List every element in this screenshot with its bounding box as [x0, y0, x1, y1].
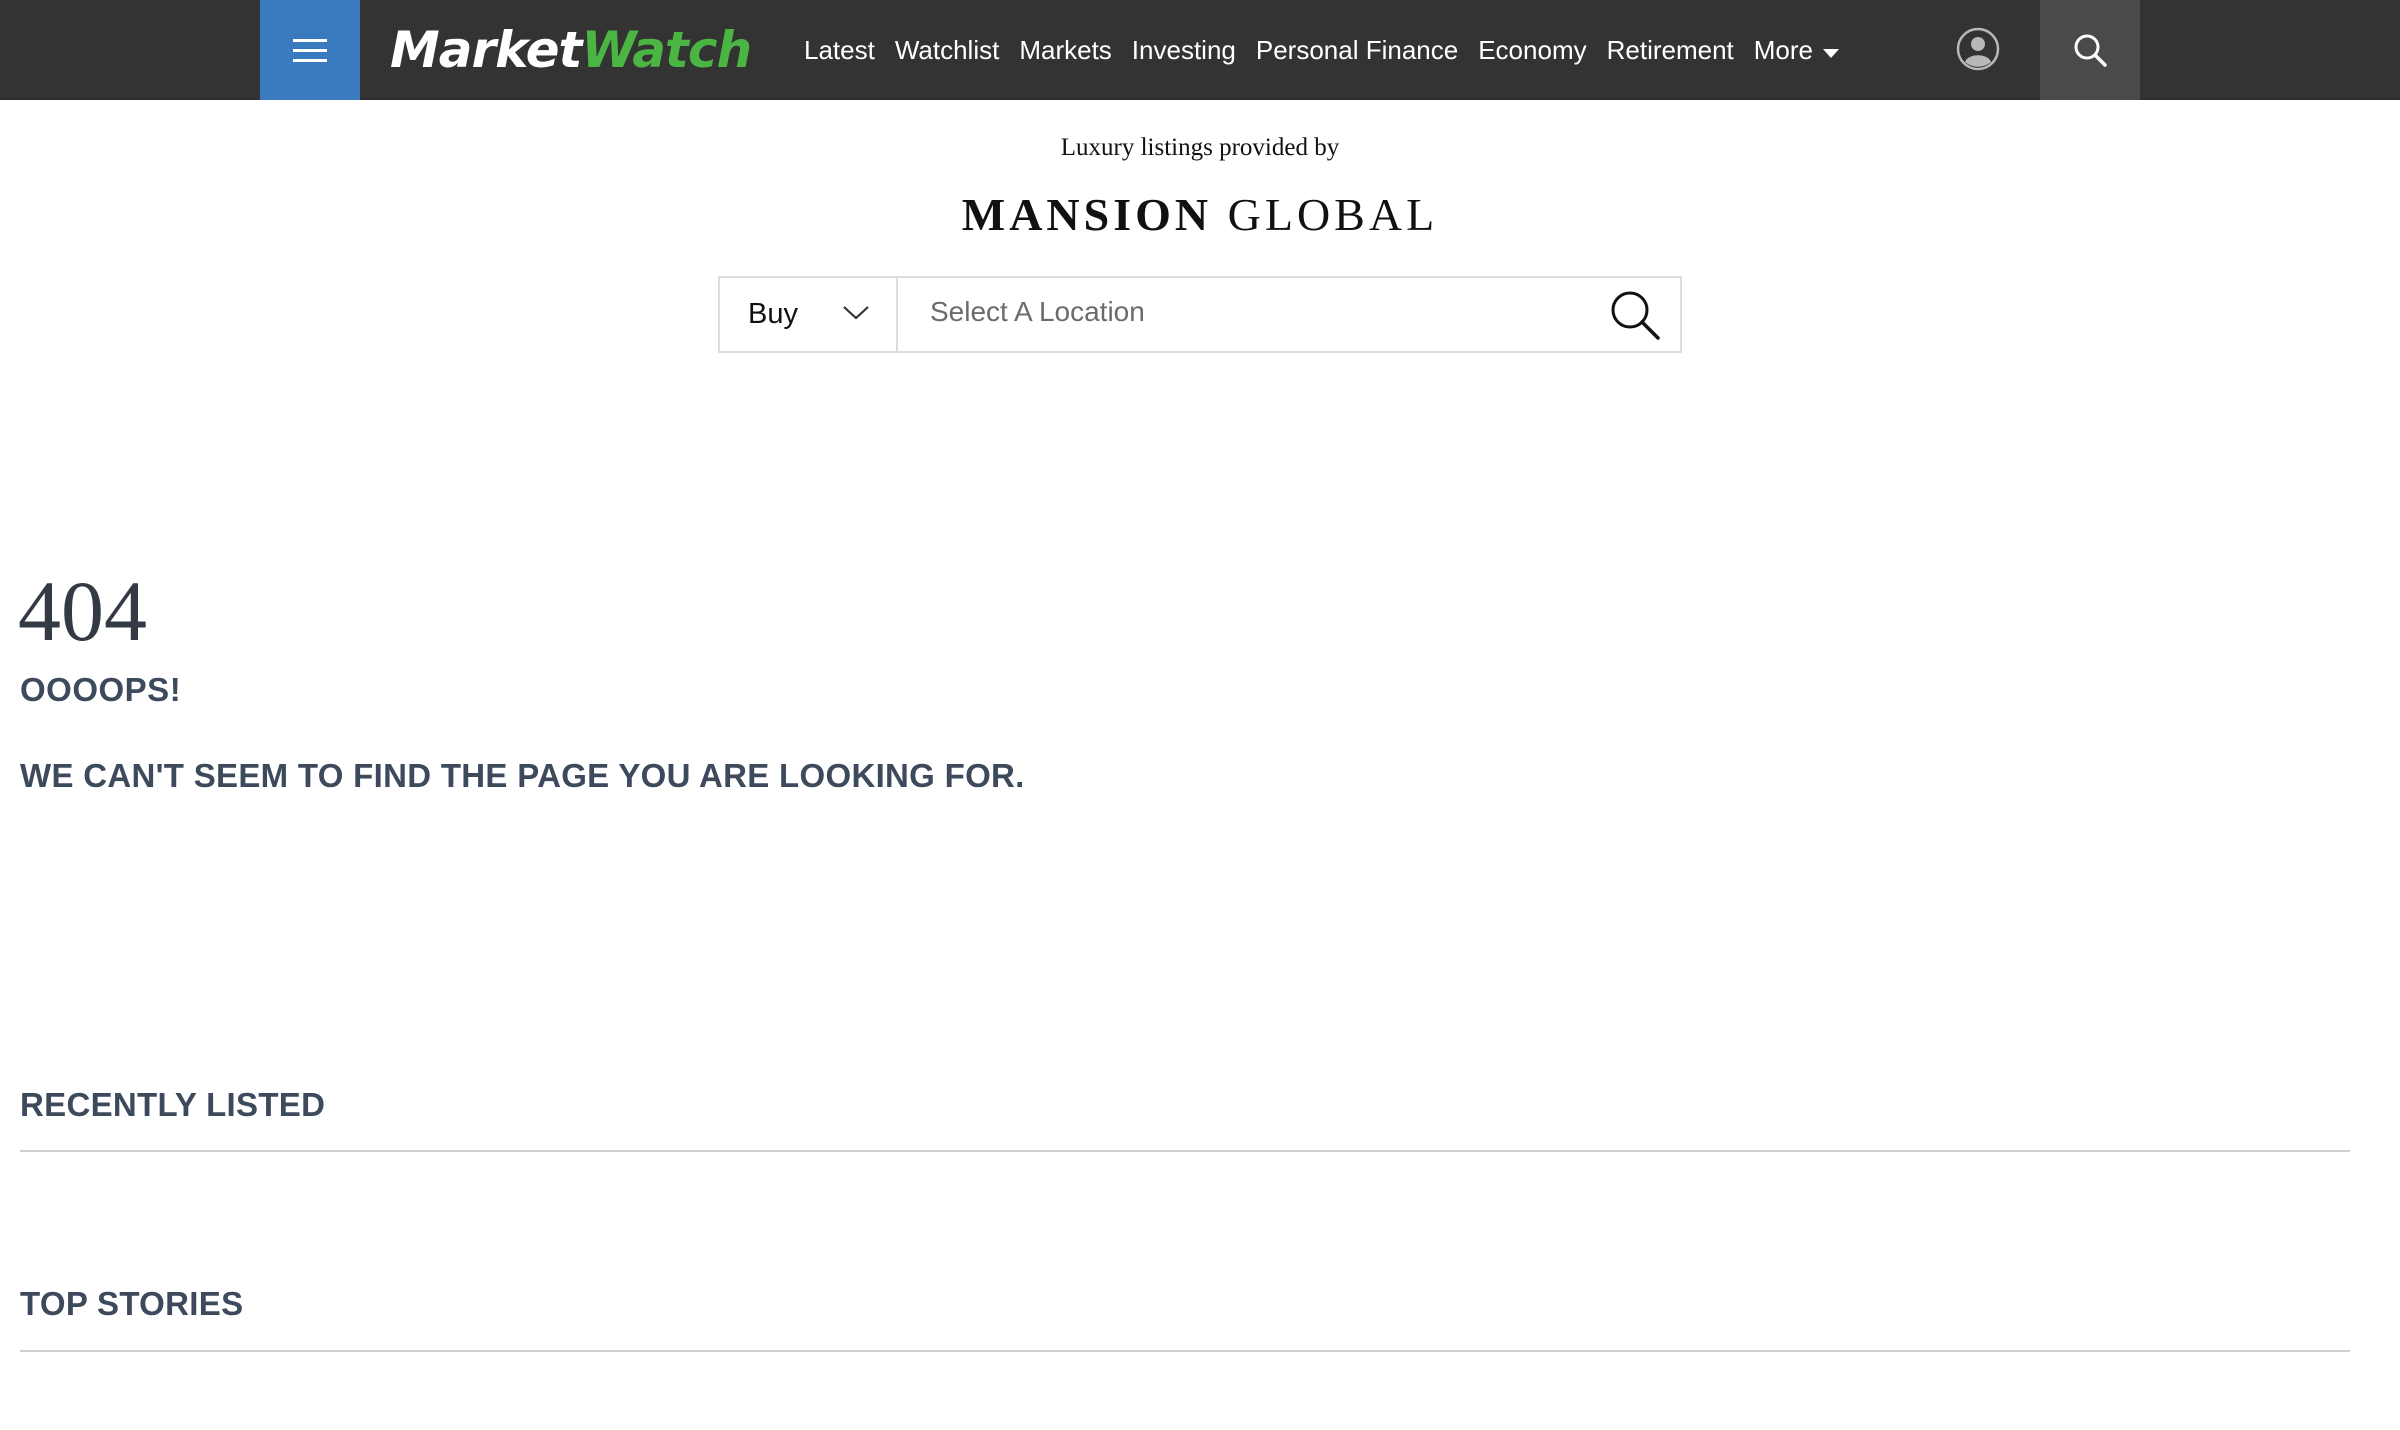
chevron-down-icon	[843, 306, 869, 320]
nav-investing[interactable]: Investing	[1132, 35, 1236, 66]
section-divider	[20, 1350, 2350, 1352]
listing-type-value: Buy	[748, 298, 798, 330]
nav-personal-finance[interactable]: Personal Finance	[1256, 35, 1458, 66]
top-stories-heading: TOP STORIES	[20, 1285, 244, 1322]
error-code: 404	[18, 563, 147, 659]
nav-more-label: More	[1753, 34, 1814, 65]
recently-listed-heading: RECENTLY LISTED	[20, 1086, 326, 1123]
caret-down-icon	[1823, 48, 1840, 58]
logo-text-watch: Watch	[581, 21, 752, 79]
listings-provider-caption: Luxury listings provided by	[1060, 134, 1340, 161]
mansion-logo-text: MANSION	[961, 189, 1213, 240]
user-account-button[interactable]	[1956, 27, 2000, 71]
header-search-button[interactable]	[2040, 0, 2140, 100]
nav-economy[interactable]: Economy	[1478, 35, 1586, 66]
listing-type-dropdown[interactable]: Buy	[720, 278, 898, 351]
nav-watchlist[interactable]: Watchlist	[895, 35, 1000, 66]
user-icon	[1956, 27, 2000, 71]
nav-more[interactable]: More	[1753, 34, 1840, 66]
menu-button[interactable]	[260, 0, 360, 100]
section-divider	[20, 1150, 2350, 1152]
nav-retirement[interactable]: Retirement	[1607, 35, 1734, 66]
marketwatch-logo[interactable]: Market Watch	[390, 12, 752, 88]
logo-text-market: Market	[390, 21, 582, 79]
nav-latest[interactable]: Latest	[804, 35, 875, 66]
error-heading: OOOOPS!	[20, 671, 182, 708]
search-icon	[2074, 34, 2107, 67]
location-search-input[interactable]	[898, 278, 1590, 351]
listings-search-widget: Buy	[718, 276, 1682, 353]
top-navigation-bar: Market Watch Latest Watchlist Markets Inv…	[0, 0, 2400, 100]
main-nav: Latest Watchlist Markets Investing Perso…	[804, 0, 1859, 100]
location-search-button[interactable]	[1590, 278, 1680, 351]
global-logo-text: GLOBAL	[1227, 189, 1439, 240]
magnifier-icon	[1611, 291, 1660, 340]
mansion-global-logo[interactable]: MANSION GLOBAL	[0, 188, 2400, 241]
nav-markets[interactable]: Markets	[1019, 35, 1111, 66]
hamburger-icon	[293, 38, 327, 62]
error-message: WE CAN'T SEEM TO FIND THE PAGE YOU ARE L…	[20, 757, 1025, 794]
